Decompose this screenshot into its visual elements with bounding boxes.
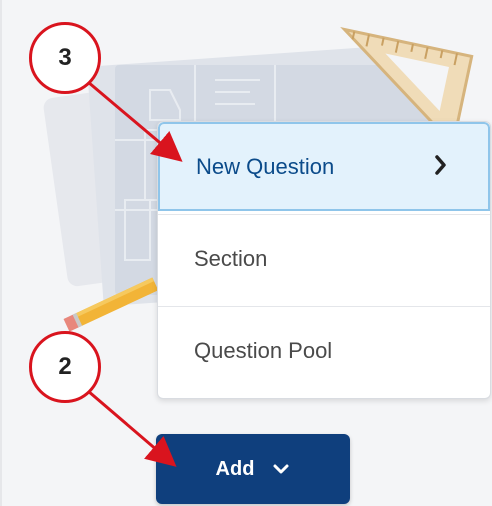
add-button-label: Add [215,457,255,480]
chevron-right-icon [435,155,446,175]
menu-item-section[interactable]: Section [158,214,490,303]
step-2-badge: 2 [29,331,101,403]
menu-item-label: Section [194,246,268,271]
add-dropdown-menu: New Question Section Question Pool [157,121,491,399]
chevron-down-icon [273,464,289,474]
menu-item-label: Question Pool [194,338,333,363]
add-button[interactable]: Add [156,434,350,504]
step-2-number: 2 [58,353,72,380]
menu-item-question-pool[interactable]: Question Pool [158,306,490,395]
menu-item-label: New Question [196,153,335,179]
menu-item-new-question[interactable]: New Question [158,122,490,211]
step-3-badge: 3 [29,22,101,94]
step-3-number: 3 [58,44,72,71]
